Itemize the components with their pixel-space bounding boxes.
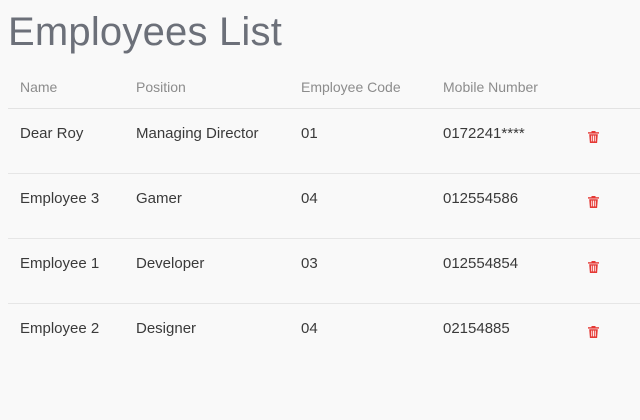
cell-code: 03 xyxy=(289,238,431,304)
delete-button[interactable] xyxy=(588,131,602,145)
cell-mobile: 02154885 xyxy=(443,320,510,337)
delete-button[interactable] xyxy=(588,261,602,275)
delete-button[interactable] xyxy=(588,326,602,340)
cell-position: Developer xyxy=(124,238,289,304)
page-title: Employees List xyxy=(8,10,283,54)
cell-actions xyxy=(581,238,640,304)
table-header: Name Position Employee Code Mobile Numbe… xyxy=(8,66,640,109)
trash-icon xyxy=(588,131,599,143)
column-header-actions xyxy=(581,66,640,109)
column-header-mobile: Mobile Number xyxy=(431,66,581,109)
cell-position: Managing Director xyxy=(124,108,289,174)
cell-code: 04 xyxy=(301,320,318,337)
table-row: Dear Roy Managing Director 01 0172241***… xyxy=(8,108,640,174)
table-row: Employee 2 Designer 04 02154885 xyxy=(8,304,640,369)
trash-icon xyxy=(588,196,599,208)
trash-icon xyxy=(588,261,599,273)
delete-button[interactable] xyxy=(588,196,602,210)
table-row: Employee 1 Developer 03 012554854 xyxy=(8,238,640,304)
cell-mobile: 012554854 xyxy=(431,238,581,304)
cell-name: Employee 1 xyxy=(8,238,124,304)
cell-name: Employee 2 xyxy=(20,320,100,337)
table-body: Dear Roy Managing Director 01 0172241***… xyxy=(8,108,640,369)
trash-icon xyxy=(588,326,599,338)
employees-page: Employees List Name Position Employee Co… xyxy=(0,0,640,420)
cell-mobile: 012554586 xyxy=(431,173,581,239)
cell-position: Designer xyxy=(136,320,197,337)
table-row: Employee 3 Gamer 04 012554586 xyxy=(8,173,640,239)
cell-actions xyxy=(581,173,640,239)
cell-code: 01 xyxy=(289,108,431,174)
cell-mobile: 0172241**** xyxy=(431,108,581,174)
cell-name: Dear Roy xyxy=(8,108,124,174)
column-header-name: Name xyxy=(8,66,124,109)
employees-table: Name Position Employee Code Mobile Numbe… xyxy=(8,66,640,369)
cell-position: Gamer xyxy=(124,173,289,239)
cell-actions xyxy=(581,108,640,174)
column-header-code: Employee Code xyxy=(289,66,431,109)
table-header-row: Name Position Employee Code Mobile Numbe… xyxy=(8,66,640,109)
cell-actions xyxy=(581,304,640,369)
column-header-position: Position xyxy=(124,66,289,109)
cell-code: 04 xyxy=(289,173,431,239)
cell-name: Employee 3 xyxy=(8,173,124,239)
